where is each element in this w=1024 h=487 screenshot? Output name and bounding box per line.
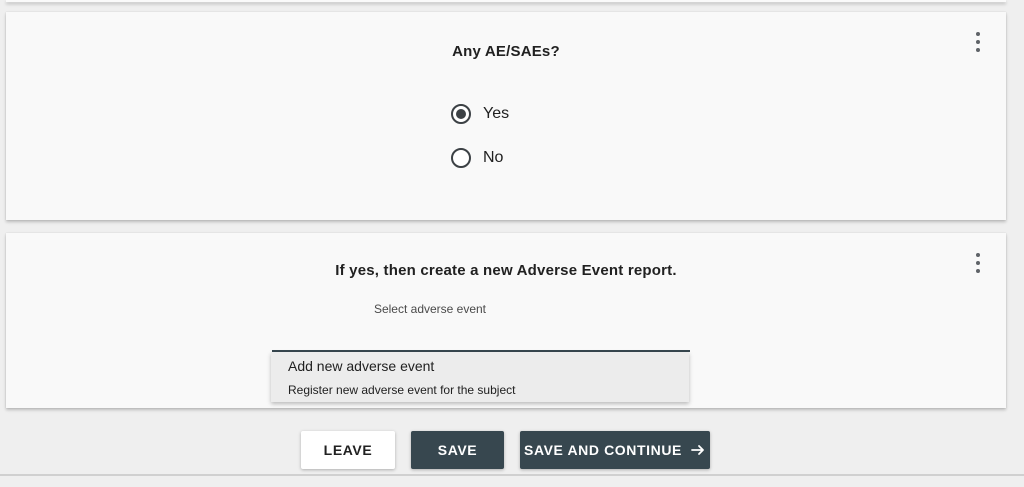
save-and-continue-label: SAVE AND CONTINUE [524,442,682,458]
leave-button[interactable]: LEAVE [301,431,395,469]
radio-unchecked-icon[interactable] [451,148,471,168]
dropdown-option-add-adverse-event[interactable]: Add new adverse event Register new adver… [271,352,689,402]
arrow-right-icon [690,442,706,458]
form-page: Any AE/SAEs? Yes No If yes, then create … [0,0,1024,487]
question-text: Any AE/SAEs? [452,43,560,60]
radio-label-no: No [483,149,504,166]
radio-option-no[interactable]: No [451,148,503,168]
card-title: If yes, then create a new Adverse Event … [335,262,677,279]
save-and-continue-button[interactable]: SAVE AND CONTINUE [520,431,710,469]
previous-card-edge [6,0,1006,2]
radio-option-yes[interactable]: Yes [451,104,509,124]
ae-question-card: Any AE/SAEs? Yes No [6,12,1006,220]
option-title: Add new adverse event [288,358,435,374]
leave-button-label: LEAVE [323,442,373,458]
save-button[interactable]: SAVE [411,431,504,469]
select-field-label: Select adverse event [373,302,487,316]
save-button-label: SAVE [437,442,478,458]
option-subtitle: Register new adverse event for the subje… [288,383,516,397]
footer-divider [0,474,1024,476]
radio-label-yes: Yes [483,105,510,122]
radio-checked-icon[interactable] [451,104,471,124]
